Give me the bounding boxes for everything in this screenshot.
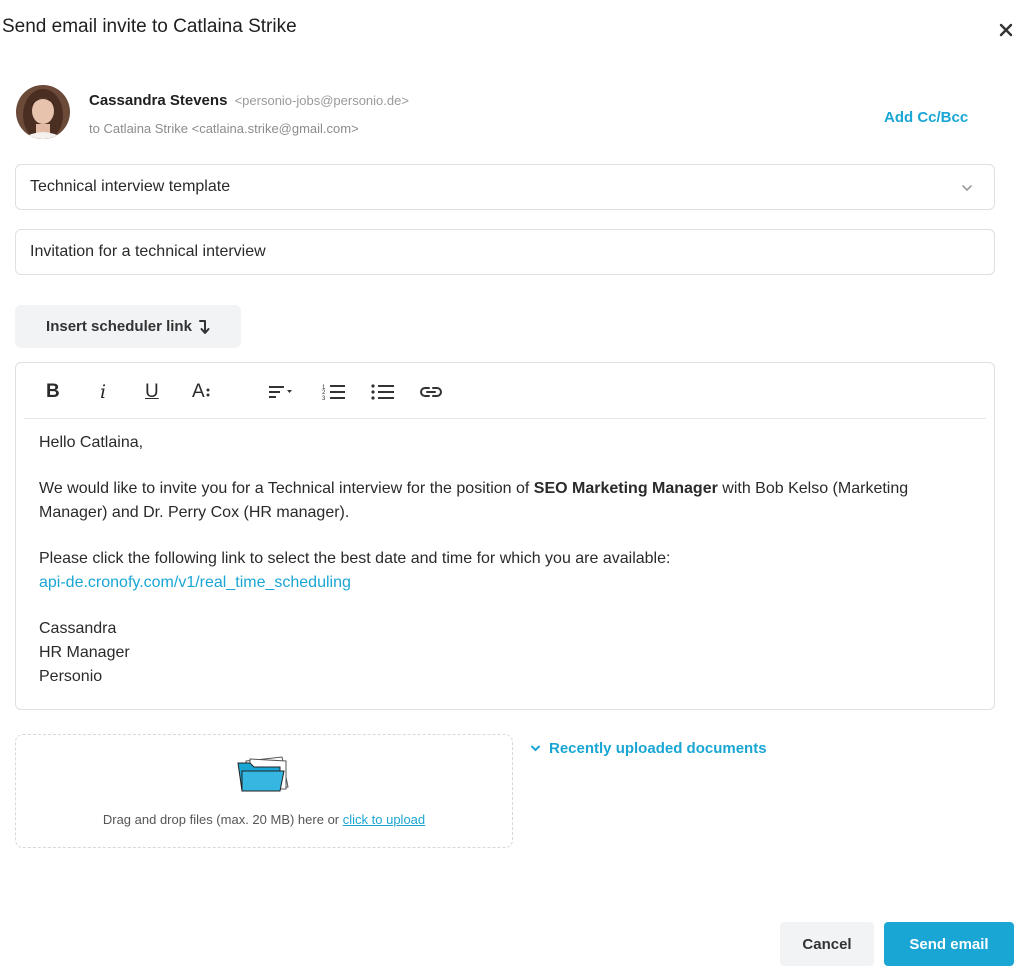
template-select-value: Technical interview template: [30, 178, 231, 195]
editor-toolbar: B i U A 1 2 3: [16, 363, 994, 419]
close-icon[interactable]: [996, 20, 1016, 40]
email-body[interactable]: Hello Catlaina, We would like to invite …: [39, 431, 979, 689]
file-dropzone[interactable]: Drag and drop files (max. 20 MB) here or…: [15, 734, 513, 848]
align-icon[interactable]: [268, 381, 294, 403]
avatar: [16, 85, 70, 139]
sender-line: Cassandra Stevens <personio-jobs@personi…: [89, 92, 409, 109]
signature-company: Personio: [39, 668, 103, 685]
link-icon[interactable]: [419, 381, 443, 403]
arrow-down-icon: [198, 319, 210, 334]
chevron-down-icon: [531, 745, 540, 752]
font-size-button[interactable]: A: [192, 381, 211, 403]
recipient-line: to Catlaina Strike <catlaina.strike@gmai…: [89, 121, 359, 136]
signature-name: Cassandra: [39, 620, 117, 637]
sender-email: <personio-jobs@personio.de>: [234, 93, 409, 108]
insert-scheduler-link-label: Insert scheduler link: [46, 318, 192, 335]
chevron-down-icon: [962, 185, 972, 192]
subject-input[interactable]: Invitation for a technical interview: [15, 229, 995, 275]
bullet-list-icon[interactable]: [371, 381, 395, 403]
add-cc-bcc-link[interactable]: Add Cc/Bcc: [884, 109, 968, 126]
underline-button[interactable]: U: [145, 381, 159, 403]
signature-role: HR Manager: [39, 644, 130, 661]
toolbar-divider: [24, 418, 986, 419]
template-select[interactable]: Technical interview template: [15, 164, 995, 210]
bold-button[interactable]: B: [46, 381, 60, 403]
email-greeting: Hello Catlaina,: [39, 434, 144, 451]
subject-value: Invitation for a technical interview: [30, 243, 266, 260]
recently-uploaded-label: Recently uploaded documents: [549, 740, 767, 757]
svg-text:3: 3: [322, 396, 326, 401]
send-email-button[interactable]: Send email: [884, 922, 1014, 966]
click-to-upload-link[interactable]: click to upload: [343, 812, 425, 827]
position-name: SEO Marketing Manager: [533, 480, 718, 497]
email-editor[interactable]: B i U A 1 2 3 Hello Catlaina, We would l…: [15, 362, 995, 710]
sender-name: Cassandra Stevens: [89, 92, 228, 109]
dialog-title: Send email invite to Catlaina Strike: [2, 16, 297, 37]
italic-button[interactable]: i: [100, 381, 106, 403]
cancel-button[interactable]: Cancel: [780, 922, 874, 966]
recently-uploaded-documents-toggle[interactable]: Recently uploaded documents: [530, 740, 767, 757]
email-paragraph-1: We would like to invite you for a Techni…: [39, 480, 909, 521]
ordered-list-icon[interactable]: 1 2 3: [322, 381, 346, 403]
email-paragraph-2: Please click the following link to selec…: [39, 550, 671, 567]
dropzone-text: Drag and drop files (max. 20 MB) here or…: [102, 812, 426, 827]
folder-icon: [237, 756, 289, 792]
insert-scheduler-link-button[interactable]: Insert scheduler link: [15, 305, 241, 348]
scheduling-link[interactable]: api-de.cronofy.com/v1/real_time_scheduli…: [39, 574, 351, 591]
more-options-icon: [206, 388, 210, 397]
font-size-label: A: [192, 381, 205, 402]
